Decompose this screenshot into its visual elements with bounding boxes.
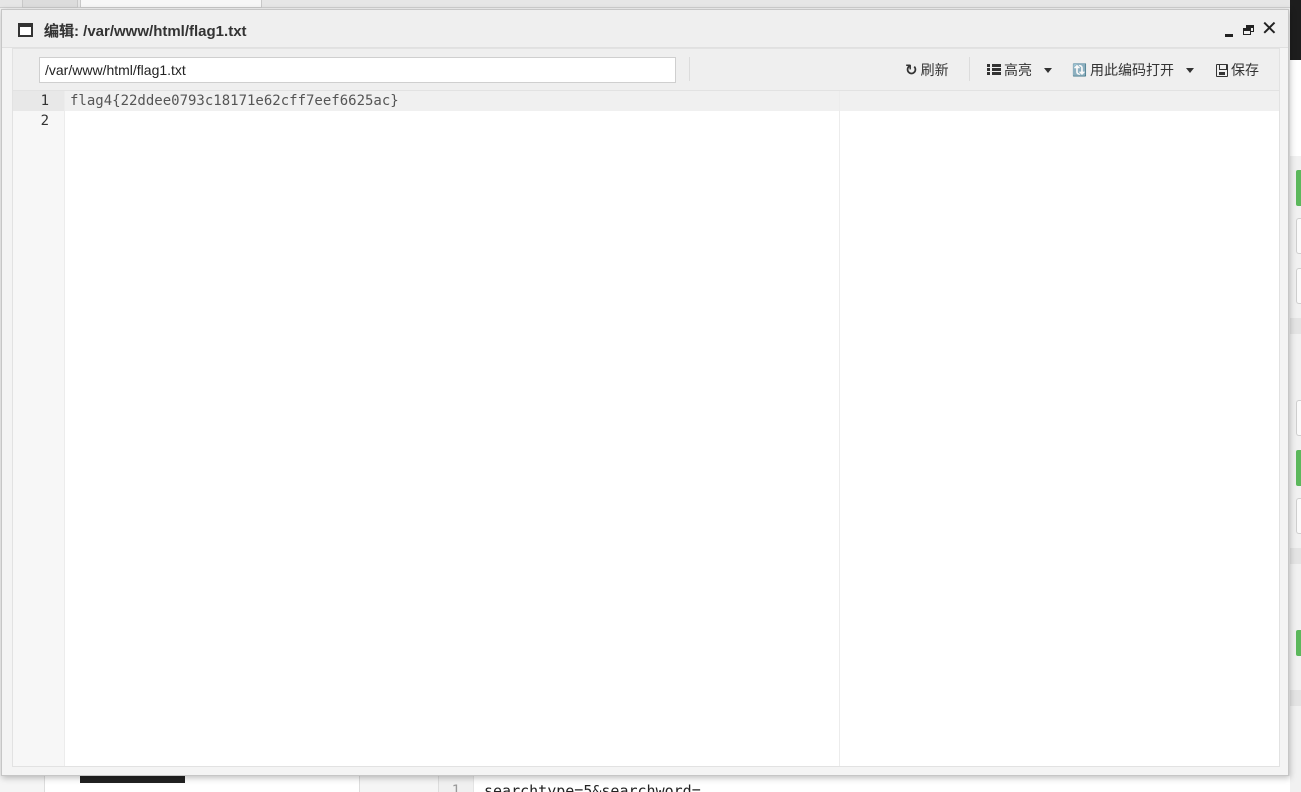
background-bottom-bar [80, 776, 185, 783]
minimize-button[interactable] [1222, 19, 1236, 39]
code-editor[interactable]: 1 2 flag4{22ddee0793c18171e62cff7eef6625… [12, 90, 1280, 767]
refresh-icon: ↻ [905, 62, 918, 79]
save-button[interactable]: 保存 [1216, 59, 1259, 81]
restore-button[interactable] [1240, 19, 1256, 39]
line-number: 1 [40, 93, 49, 109]
background-green-button[interactable] [1296, 450, 1301, 486]
encoding-icon: 🔃 [1072, 63, 1087, 77]
toolbar-divider [969, 57, 970, 81]
close-button[interactable]: ✕ [1261, 19, 1278, 39]
line-number: 2 [40, 113, 49, 129]
background-dark-corner [1290, 0, 1301, 60]
background-code-line: searchtype=5&searchword= [484, 782, 701, 792]
toolbar-divider [689, 57, 690, 81]
background-divider [1290, 548, 1301, 564]
encoding-label: 用此编码打开 [1089, 62, 1174, 78]
refresh-label: 刷新 [920, 62, 949, 78]
background-button[interactable] [1296, 218, 1301, 254]
print-margin [839, 91, 840, 766]
refresh-button[interactable]: ↻ 刷新 [905, 59, 949, 81]
chevron-down-icon [1185, 67, 1194, 73]
highlight-dropdown[interactable]: 高亮 [987, 59, 1052, 81]
dialog-titlebar[interactable]: 编辑: /var/www/html/flag1.txt ✕ [2, 10, 1288, 48]
file-path-input[interactable] [39, 57, 676, 83]
background-button[interactable] [1296, 400, 1301, 436]
background-green-button[interactable] [1296, 170, 1301, 206]
window-icon [18, 23, 33, 37]
line-number-gutter: 1 2 [13, 91, 65, 766]
background-green-button[interactable] [1296, 630, 1301, 656]
save-label: 保存 [1231, 62, 1259, 78]
restore-icon-back [1243, 28, 1251, 35]
dialog-title: 编辑: /var/www/html/flag1.txt [44, 23, 247, 40]
background-line-number: 1 [438, 776, 474, 792]
editor-toolbar: ↻ 刷新 高亮 🔃 用此编码打开 保存 [12, 48, 1280, 90]
background-tab[interactable] [22, 0, 78, 8]
chevron-down-icon [1044, 67, 1052, 73]
edit-file-dialog: 编辑: /var/www/html/flag1.txt ✕ ↻ 刷新 高亮 🔃 [1, 9, 1289, 776]
code-line[interactable]: flag4{22ddee0793c18171e62cff7eef6625ac} [70, 91, 399, 111]
background-panel-strip [1290, 60, 1301, 156]
encoding-dropdown[interactable]: 🔃 用此编码打开 [1072, 59, 1194, 81]
background-button[interactable] [1296, 498, 1301, 534]
background-divider [1290, 318, 1301, 334]
highlight-label: 高亮 [1004, 62, 1032, 78]
background-tab[interactable] [80, 0, 262, 8]
background-divider [1290, 690, 1301, 706]
save-icon [1216, 63, 1228, 77]
list-icon [987, 64, 1001, 76]
background-button[interactable] [1296, 268, 1301, 304]
